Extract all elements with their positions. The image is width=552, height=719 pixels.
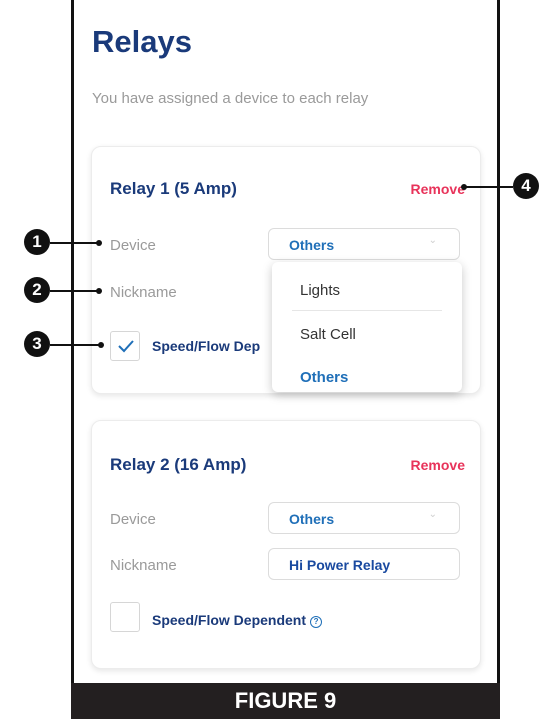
phone-screen: Relays You have assigned a device to eac… (71, 0, 500, 684)
help-circle-icon[interactable]: ? (310, 616, 323, 628)
callout-1: 1 (24, 229, 50, 255)
relay-title: Relay 2 (16 Amp) (110, 455, 247, 474)
device-select-value: Others (289, 237, 335, 253)
callout-1-dot (96, 240, 102, 246)
callout-4: 4 (513, 173, 539, 199)
callout-2-leader (50, 290, 98, 292)
dropdown-option-others[interactable]: Others (300, 369, 348, 386)
nickname-label: Nickname (110, 284, 177, 301)
dropdown-option-salt-cell[interactable]: Salt Cell (300, 326, 356, 343)
remove-button[interactable]: Remove (411, 181, 465, 197)
device-dropdown-menu: Lights Salt Cell Others (272, 262, 462, 392)
speed-flow-checkbox[interactable] (110, 602, 140, 632)
page-title: Relays (92, 24, 192, 59)
check-icon (118, 340, 134, 353)
callout-4-leader (463, 186, 513, 188)
callout-2: 2 (24, 277, 50, 303)
dropdown-divider (292, 310, 442, 311)
callout-3: 3 (24, 331, 50, 357)
callout-1-leader (50, 242, 98, 244)
nickname-input-value: Hi Power Relay (289, 557, 391, 573)
speed-flow-label-text: Speed/Flow Dependent (152, 612, 307, 628)
page-subtitle: You have assigned a device to each relay (92, 90, 369, 107)
figure-caption: FIGURE 9 (71, 683, 500, 719)
chevron-down-icon: ⌄ (428, 235, 437, 246)
speed-flow-label: Speed/Flow Dependent? (152, 612, 323, 628)
callout-4-dot (461, 184, 467, 190)
nickname-input[interactable]: Hi Power Relay (268, 548, 460, 580)
relay-card-2: Relay 2 (16 Amp) Remove Device Others ⌄ … (91, 420, 481, 669)
relay-title: Relay 1 (5 Amp) (110, 179, 237, 198)
callout-3-leader (50, 344, 100, 346)
speed-flow-checkbox[interactable] (110, 331, 140, 361)
callout-3-dot (98, 342, 104, 348)
nickname-label: Nickname (110, 557, 177, 574)
callout-2-dot (96, 288, 102, 294)
device-select[interactable]: Others ⌄ (268, 502, 460, 534)
dropdown-option-lights[interactable]: Lights (300, 282, 340, 299)
device-select-value: Others (289, 511, 335, 527)
remove-button[interactable]: Remove (411, 457, 465, 473)
device-select[interactable]: Others ⌄ (268, 228, 460, 260)
device-label: Device (110, 237, 156, 254)
device-label: Device (110, 511, 156, 528)
speed-flow-label: Speed/Flow Dep (152, 338, 261, 354)
chevron-down-icon: ⌄ (428, 509, 437, 520)
